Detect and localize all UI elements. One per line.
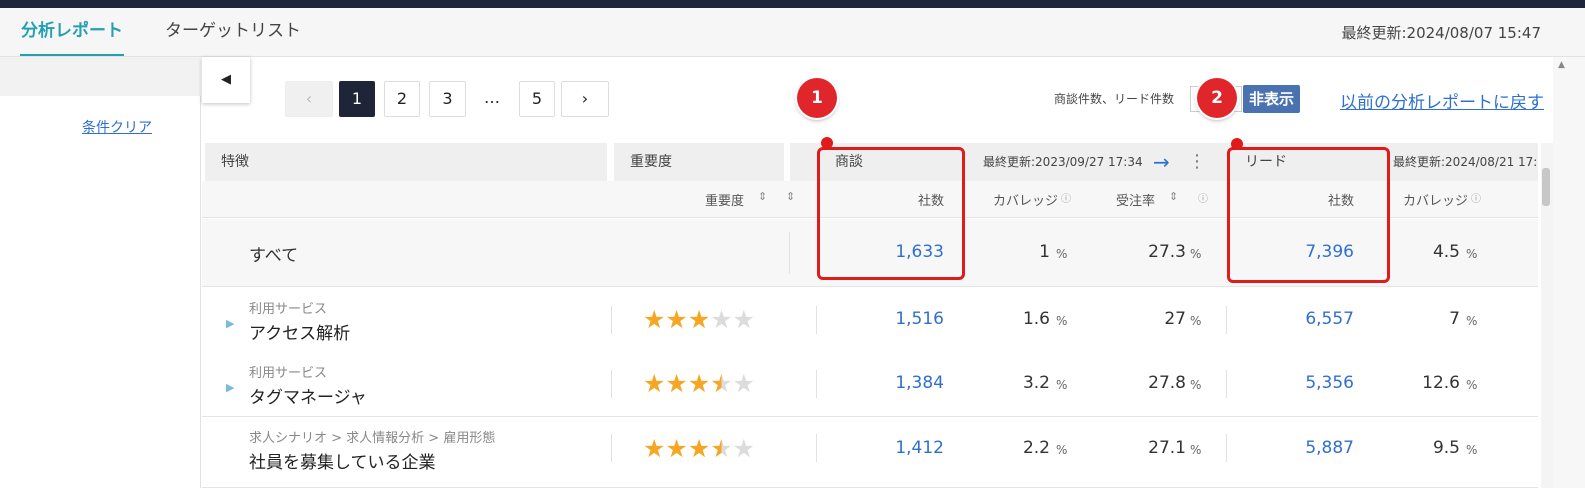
page-1[interactable]: 1 <box>339 81 375 117</box>
info-icon[interactable]: ⓘ <box>1061 190 1071 205</box>
lead-companies[interactable]: 5,887 <box>1290 438 1354 458</box>
pct-unit: % <box>1190 314 1202 328</box>
tab-target-list[interactable]: ターゲットリスト <box>165 8 301 56</box>
divider <box>816 306 817 334</box>
row-category: 利用サービス <box>249 366 328 381</box>
pct-unit: % <box>1056 378 1068 392</box>
pct-unit: % <box>1056 314 1068 328</box>
prev-page-button[interactable]: ‹ <box>285 81 333 117</box>
lead-updated: 最終更新:2024/08/21 17:1 <box>1393 155 1538 169</box>
importance-stars: ★★★★★ <box>643 305 756 334</box>
importance-stars: ★★★★★ <box>643 434 756 463</box>
collapse-sidebar-button[interactable]: ◀ <box>202 57 250 103</box>
row-feature: 社員を募集している企業 <box>249 453 436 473</box>
divider <box>789 232 790 274</box>
last-updated: 最終更新:2024/08/07 15:47 <box>1341 24 1541 42</box>
sub-win-rate[interactable]: 受注率 <box>1116 190 1155 209</box>
clear-conditions-link[interactable]: 条件クリア <box>82 117 152 137</box>
sub-importance[interactable]: 重要度 <box>705 190 744 209</box>
deal-companies[interactable]: 1,384 <box>880 373 944 393</box>
deal-updated: 最終更新:2023/09/27 17:34 <box>983 155 1143 169</box>
sort-icon[interactable]: ⇕ <box>786 190 795 203</box>
importance-stars: ★★★★★ <box>643 369 756 398</box>
hide-toggle-button[interactable]: 非表示 <box>1243 85 1300 113</box>
row-feature: アクセス解析 <box>249 324 351 344</box>
coverage: 3.2 <box>1022 373 1050 393</box>
sort-icon[interactable]: ⇕ <box>758 190 767 203</box>
pct-unit: % <box>1466 314 1478 328</box>
win-rate: 27.8 <box>1148 373 1186 393</box>
all-lead-coverage: 4.5 <box>1432 242 1460 262</box>
page-5[interactable]: 5 <box>519 81 555 117</box>
page-ellipsis: … <box>484 88 500 107</box>
win-rate: 27.1 <box>1148 438 1186 458</box>
previous-report-link[interactable]: 以前の分析レポートに戻す <box>1340 88 1544 113</box>
more-vertical-icon[interactable]: ⋮ <box>1188 143 1206 181</box>
annotation-marker-2: 2 <box>1197 78 1237 118</box>
feature-header: 特徴 <box>205 143 607 181</box>
sort-icon[interactable]: ⇕ <box>1169 190 1178 203</box>
table-scrollbar-thumb[interactable] <box>1542 168 1550 206</box>
page-scrollbar[interactable] <box>1553 57 1585 488</box>
info-icon[interactable]: ⓘ <box>1198 190 1208 205</box>
lead-coverage: 12.6 <box>1422 373 1460 393</box>
all-coverage: 1 <box>1039 242 1050 262</box>
pct-unit: % <box>1466 443 1478 457</box>
tab-analysis-report[interactable]: 分析レポート <box>20 8 124 56</box>
annotation-marker-1: 1 <box>797 78 837 118</box>
sidebar-header <box>0 57 201 96</box>
divider <box>816 370 817 398</box>
divider <box>611 370 612 398</box>
divider <box>1226 306 1227 334</box>
pct-unit: % <box>1466 378 1478 392</box>
all-win-rate: 27.3 <box>1148 242 1186 262</box>
divider <box>1226 370 1227 398</box>
lead-companies[interactable]: 5,356 <box>1290 373 1354 393</box>
pct-unit: % <box>1190 378 1202 392</box>
lead-coverage: 7 <box>1449 309 1460 329</box>
deal-companies[interactable]: 1,412 <box>880 438 944 458</box>
coverage: 2.2 <box>1022 438 1050 458</box>
pct-unit: % <box>1466 247 1478 261</box>
row-feature: タグマネージャ <box>249 388 367 408</box>
lead-coverage: 9.5 <box>1432 438 1460 458</box>
deal-companies[interactable]: 1,516 <box>880 309 944 329</box>
row-category: 求人シナリオ > 求人情報分析 > 雇用形態 <box>249 431 496 446</box>
expand-triangle-icon[interactable]: ▶ <box>226 381 234 394</box>
row-category: 利用サービス <box>249 302 328 317</box>
coverage: 1.6 <box>1022 309 1050 329</box>
pct-unit: % <box>1056 443 1068 457</box>
next-page-button[interactable]: › <box>561 81 609 117</box>
annotation-pointer <box>1231 138 1243 150</box>
divider <box>611 306 612 334</box>
scroll-up-icon[interactable]: ▲ <box>1558 60 1565 70</box>
page-2[interactable]: 2 <box>384 81 420 117</box>
divider <box>816 434 817 462</box>
expand-triangle-icon[interactable]: ▶ <box>226 317 234 330</box>
lead-companies[interactable]: 6,557 <box>1290 309 1354 329</box>
page-3[interactable]: 3 <box>429 81 466 117</box>
top-bar <box>0 0 1585 8</box>
all-label: すべて <box>249 246 299 266</box>
importance-header: 重要度 <box>614 143 784 181</box>
pct-unit: % <box>1190 247 1202 261</box>
highlight-lead-box <box>1227 147 1390 283</box>
header: 分析レポート ターゲットリスト 最終更新:2024/08/07 15:47 <box>0 8 1585 57</box>
info-icon[interactable]: ⓘ <box>1471 190 1481 205</box>
win-rate: 27 <box>1164 309 1186 329</box>
pct-unit: % <box>1190 443 1202 457</box>
divider <box>611 434 612 462</box>
pct-unit: % <box>1056 247 1068 261</box>
sub-lead-coverage: カバレッジ <box>1403 194 1469 209</box>
arrow-right-icon[interactable]: → <box>1153 143 1170 181</box>
sub-coverage: カバレッジ <box>993 194 1059 209</box>
divider <box>1226 434 1227 462</box>
annotation-pointer <box>821 137 833 149</box>
toggle-label: 商談件数、リード件数 <box>1054 92 1175 106</box>
highlight-deal-box <box>817 147 965 280</box>
